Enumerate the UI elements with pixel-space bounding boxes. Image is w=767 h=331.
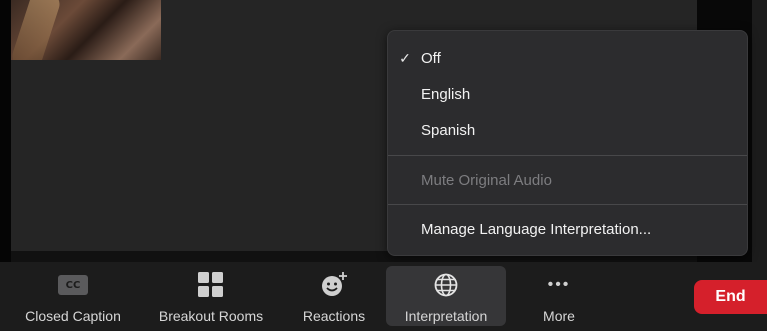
participant-video-tile[interactable]: [11, 0, 161, 60]
reactions-label: Reactions: [302, 308, 366, 324]
reactions-button[interactable]: Reactions: [290, 266, 378, 326]
menu-separator: [388, 204, 747, 205]
closed-caption-button[interactable]: CC Closed Caption: [10, 266, 136, 326]
menu-item-label: Off: [421, 49, 441, 67]
menu-item-label: Mute Original Audio: [421, 171, 552, 189]
menu-item-spanish[interactable]: Spanish: [388, 113, 747, 147]
menu-item-off[interactable]: ✓ Off: [388, 41, 747, 75]
checkmark-icon: ✓: [399, 49, 411, 66]
smiley-plus-icon: [319, 270, 349, 300]
grid-icon: [198, 270, 224, 300]
breakout-rooms-label: Breakout Rooms: [158, 308, 264, 324]
closed-caption-label: Closed Caption: [25, 308, 121, 324]
menu-item-label: Spanish: [421, 121, 476, 139]
right-panel-strip: [752, 0, 767, 262]
interpretation-label: Interpretation: [404, 308, 488, 324]
breakout-rooms-button[interactable]: Breakout Rooms: [146, 266, 276, 326]
meeting-window: ✓ Off English Spanish Mute Original Audi…: [0, 0, 767, 331]
menu-item-label: Manage Language Interpretation...: [421, 220, 652, 238]
more-label: More: [543, 308, 575, 324]
cc-icon: CC: [58, 275, 88, 295]
more-button[interactable]: ••• More: [520, 266, 598, 326]
left-edge: [0, 0, 11, 262]
menu-item-manage-language-interpretation[interactable]: Manage Language Interpretation...: [388, 212, 747, 246]
interpretation-menu: ✓ Off English Spanish Mute Original Audi…: [387, 30, 748, 256]
end-meeting-button[interactable]: End: [694, 280, 767, 314]
globe-icon: [433, 270, 459, 300]
ellipsis-icon: •••: [547, 276, 571, 293]
menu-item-english[interactable]: English: [388, 77, 747, 111]
participant-hair-decoration: [11, 0, 63, 60]
interpretation-button[interactable]: Interpretation: [386, 266, 506, 326]
meeting-toolbar: CC Closed Caption Breakout Rooms Reactio…: [0, 262, 767, 331]
menu-item-mute-original-audio: Mute Original Audio: [388, 163, 747, 197]
menu-separator: [388, 155, 747, 156]
menu-item-label: English: [421, 85, 471, 103]
